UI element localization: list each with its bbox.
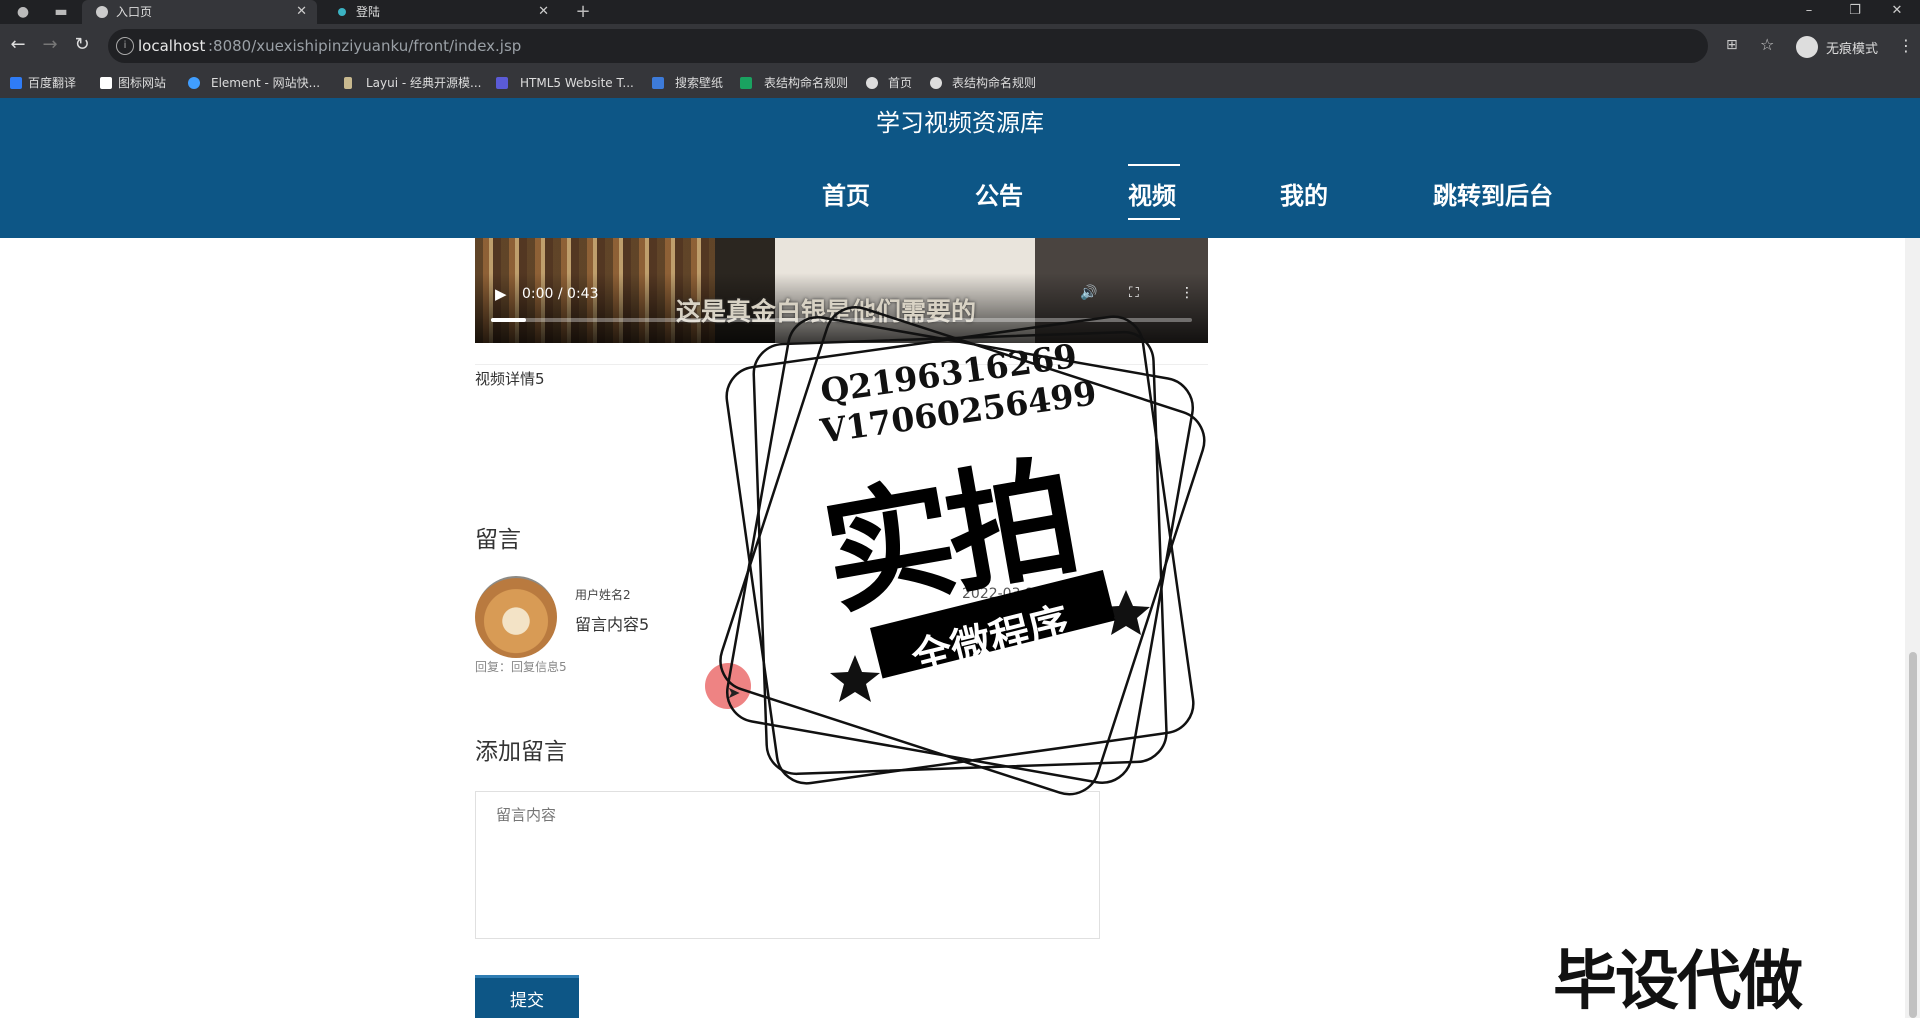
tab-login[interactable]: 登陆 ✕ [324,0,559,24]
browser-menu-icon[interactable]: ⋮ [1898,36,1914,55]
nav-notice[interactable]: 公告 [975,176,1023,211]
tab-label: 登陆 [356,5,381,19]
tab-entry-page[interactable]: 入口页 ✕ [82,0,317,24]
globe-icon[interactable]: ● [8,0,38,24]
forward-icon[interactable]: → [38,33,62,57]
globe-icon [866,77,878,89]
comment-user: 用户姓名2 [575,588,631,602]
nav-admin[interactable]: 跳转到后台 [1433,176,1553,211]
url-path: :8080/xuexishipinziyuanku/front/index.js… [208,37,522,55]
promo-text: 毕设代做 [1553,945,1803,1019]
translate-icon [10,77,22,89]
comment-reply: 回复：回复信息5 [475,660,567,674]
nav-home[interactable]: 首页 [822,176,870,211]
url-bar[interactable]: i localhost :8080/xuexishipinziyuanku/fr… [108,29,1708,63]
tab-search-icon[interactable]: ▬ [46,0,76,24]
layui-logo-icon [344,77,352,89]
bookmark-star-icon[interactable]: ☆ [1760,35,1774,54]
comment-content: 留言内容5 [575,615,650,634]
translate-icon[interactable]: ⊞ [1726,37,1738,53]
comments-title: 留言 [475,527,521,553]
site-title: 学习视频资源库 [876,109,1044,137]
play-icon[interactable]: ▶ [495,285,507,303]
site-favicon-icon [338,8,346,16]
nav-video[interactable]: 视频 [1128,176,1176,211]
close-tab-icon[interactable]: ✕ [296,0,307,24]
add-comment-title: 添加留言 [475,739,567,765]
info-icon[interactable]: i [116,37,134,55]
globe-icon [930,77,942,89]
submit-button[interactable]: 提交 [475,975,579,1018]
html5-icon [496,77,508,89]
nav-active-indicator [1128,164,1180,166]
sheet-icon [740,77,752,89]
video-description: 视频详情5 [475,370,545,388]
page-scrollbar-thumb[interactable] [1909,652,1917,1018]
back-icon[interactable]: ← [6,33,30,57]
flag-icon [100,77,112,89]
incognito-icon[interactable] [1796,36,1818,58]
site-favicon-icon [96,6,108,18]
avatar [475,576,557,658]
nav-active-indicator [1128,218,1180,220]
minimize-icon[interactable]: – [1786,0,1832,24]
comment-textarea[interactable] [475,791,1100,939]
close-window-icon[interactable]: ✕ [1874,0,1920,24]
close-tab-icon[interactable]: ✕ [538,0,549,24]
tab-label: 入口页 [116,5,153,19]
reload-icon[interactable]: ↻ [70,33,94,57]
video-progress-fill [491,318,527,322]
incognito-label: 无痕模式 [1826,42,1879,57]
element-logo-icon [188,77,200,89]
url-host: localhost [138,37,206,55]
video-time: 0:00 / 0:43 [522,286,599,302]
wallpaper-icon [652,77,664,89]
restore-icon[interactable]: ❐ [1832,0,1878,24]
nav-mine[interactable]: 我的 [1280,176,1328,211]
new-tab-icon[interactable]: + [568,0,598,24]
